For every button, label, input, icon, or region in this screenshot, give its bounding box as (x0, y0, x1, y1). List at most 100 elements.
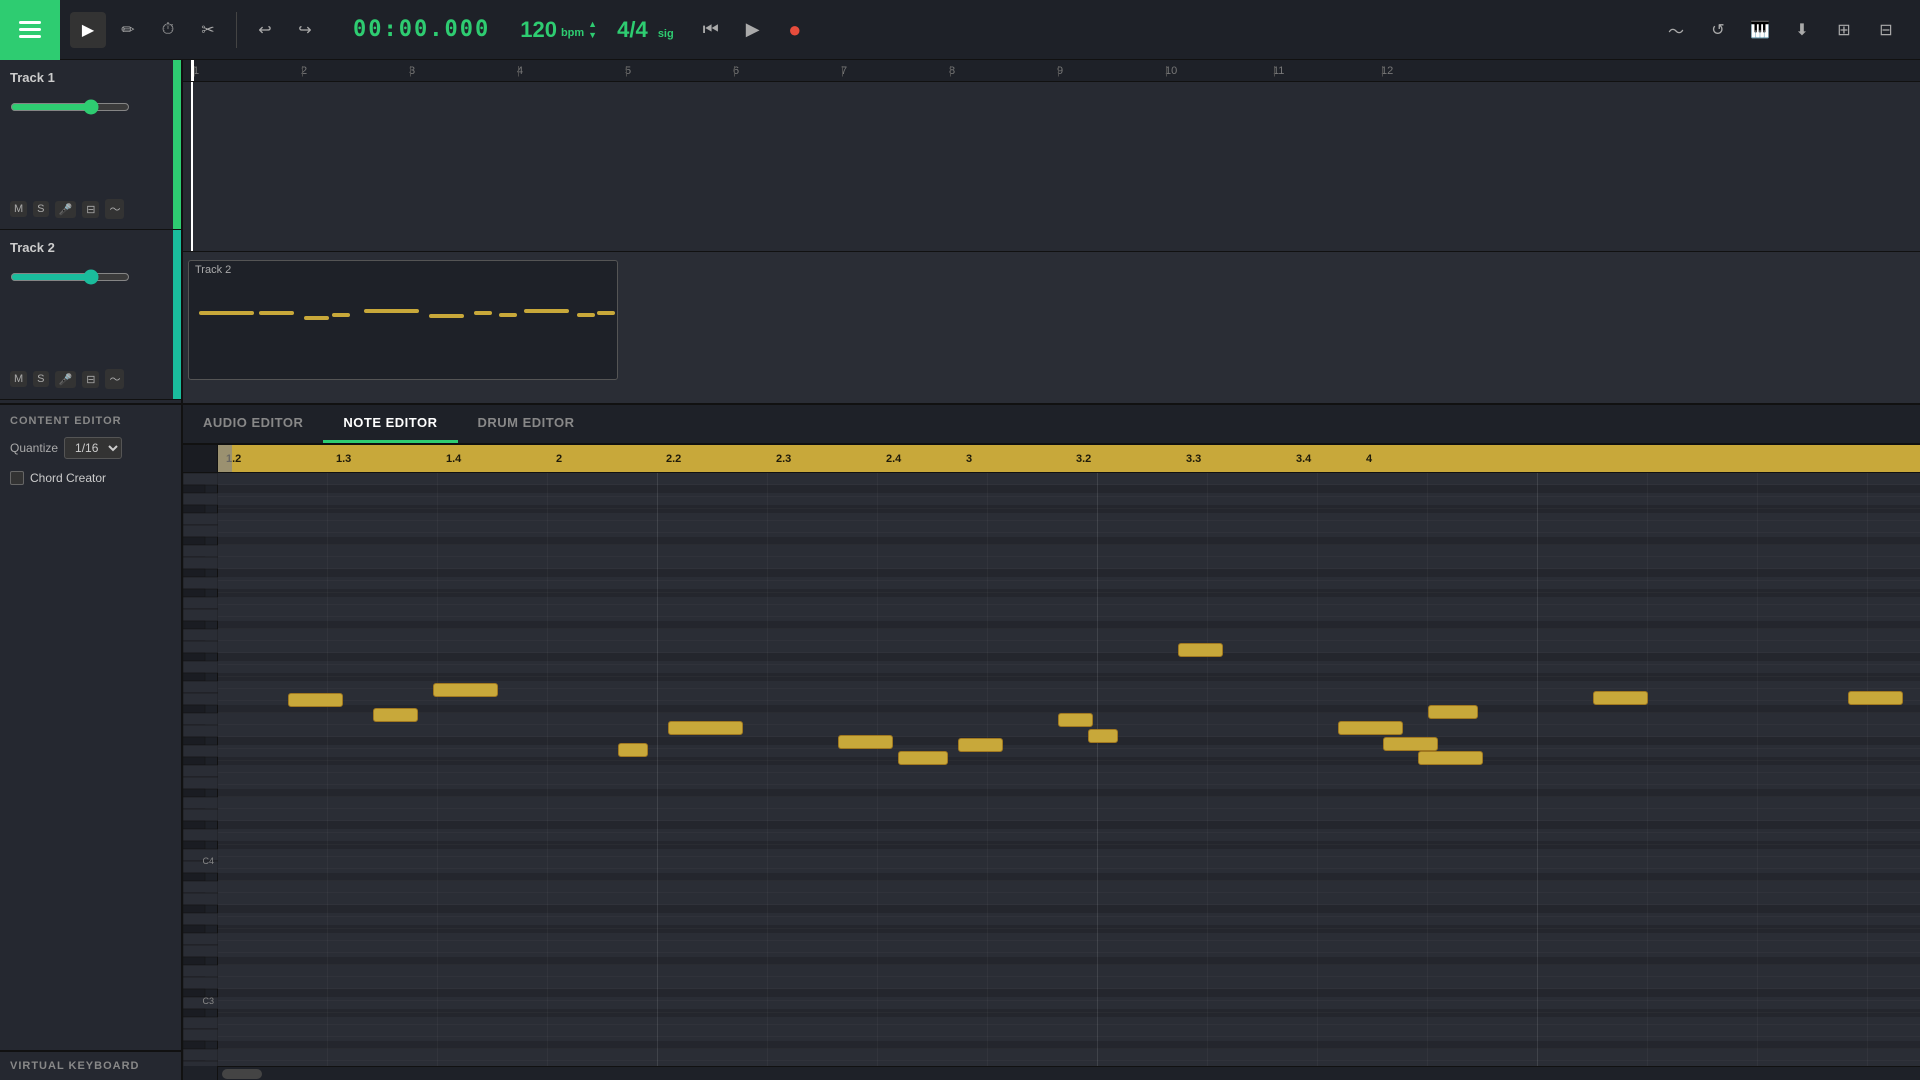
curve-tool-button[interactable]: 〜 (1658, 12, 1694, 48)
quantize-select[interactable]: 1/16 1/8 1/4 1/2 1 (64, 437, 122, 459)
note-block-14[interactable] (1418, 751, 1483, 765)
loop-tool-button[interactable]: ↺ (1700, 12, 1736, 48)
track-1-header: Track 1 M S 🎤 ⊟ 〜 (0, 60, 181, 230)
note-block-10[interactable] (1088, 729, 1118, 743)
chord-creator-checkbox[interactable] (10, 471, 24, 485)
note-block-13[interactable] (1383, 737, 1438, 751)
note-ruler-mark-7: 2.4 (886, 453, 901, 465)
clip-note-9 (524, 309, 569, 313)
content-editor-label: CONTENT EDITOR (0, 405, 181, 433)
track-2-mute-button[interactable]: M (10, 371, 27, 387)
clip-note-8 (499, 313, 517, 317)
track-1-color-bar (173, 60, 181, 229)
note-grid[interactable]: 1.2 1.3 1.4 2 2.2 2.3 2.4 3 3.2 3.3 3.4 … (218, 445, 1920, 1080)
playhead-marker (191, 60, 194, 81)
bpm-label: bpm (561, 27, 584, 39)
tool-group: ▶ ✏ ⏱ ✂ ↩ ↪ (60, 12, 333, 48)
quantize-row: Quantize 1/16 1/8 1/4 1/2 1 (0, 433, 181, 467)
note-block-8[interactable] (958, 738, 1003, 752)
audio-editor-tab[interactable]: AUDIO EDITOR (183, 405, 323, 443)
virtual-keyboard-label: VIRTUAL KEYBOARD (0, 1050, 183, 1080)
note-grid-area[interactable] (218, 473, 1920, 1066)
record-button[interactable]: ● (778, 13, 812, 47)
track-1-row (183, 82, 1920, 252)
track-2-controls: M S 🎤 ⊟ 〜 (10, 369, 124, 389)
clip-note-3 (304, 316, 329, 320)
bpm-display[interactable]: 120 bpm ▲ ▼ (510, 17, 607, 43)
sig-label: sig (658, 28, 674, 40)
c4-label: C4 (202, 856, 214, 866)
track-2-solo-button[interactable]: S (33, 371, 48, 387)
note-ruler-mark-10: 3.3 (1186, 453, 1201, 465)
clip-label: Track 2 (189, 261, 617, 279)
piano-keys: C4 C3 (183, 445, 218, 1080)
play-button[interactable]: ▶ (736, 13, 770, 47)
main-area: Track 1 M S 🎤 ⊟ 〜 Track 2 M S 🎤 (0, 60, 1920, 1080)
menu-button[interactable] (0, 0, 60, 60)
track-1-solo-button[interactable]: S (33, 201, 48, 217)
bpm-up-arrow[interactable]: ▲ (588, 19, 597, 30)
clip-note-2 (259, 311, 294, 315)
note-editor-scrollbar[interactable] (218, 1066, 1920, 1080)
piano-tool-button[interactable]: 🎹 (1742, 12, 1778, 48)
track-area: Track 1 M S 🎤 ⊟ 〜 Track 2 M S 🎤 (0, 60, 1920, 405)
bpm-down-arrow[interactable]: ▼ (588, 30, 597, 41)
track-2-record-button[interactable]: 🎤 (55, 371, 77, 388)
drum-editor-tab[interactable]: DRUM EDITOR (458, 405, 595, 443)
track-2-env-button[interactable]: 〜 (105, 369, 124, 389)
track-1-env-button[interactable]: 〜 (105, 199, 124, 219)
track-timeline: 1 2 3 4 5 6 7 8 9 10 11 12 (183, 60, 1920, 403)
note-block-3[interactable] (433, 683, 498, 697)
bpm-arrows[interactable]: ▲ ▼ (588, 19, 597, 41)
note-block-11[interactable] (1178, 643, 1223, 657)
quantize-label: Quantize (10, 441, 58, 455)
clock-tool-button[interactable]: ⏱ (150, 12, 186, 48)
ruler-mark-10: 10 (1165, 65, 1177, 77)
note-block-6[interactable] (838, 735, 893, 749)
note-block-12[interactable] (1338, 721, 1403, 735)
track-2-fx-button[interactable]: ⊟ (82, 371, 99, 388)
note-block-17[interactable] (1848, 691, 1903, 705)
chord-creator-label: Chord Creator (30, 471, 106, 485)
note-ruler: 1.2 1.3 1.4 2 2.2 2.3 2.4 3 3.2 3.3 3.4 … (218, 445, 1920, 473)
pencil-tool-button[interactable]: ✏ (110, 12, 146, 48)
note-ruler-mark-4: 2 (556, 453, 562, 465)
track-1-record-button[interactable]: 🎤 (55, 201, 77, 218)
note-block-1[interactable] (288, 693, 343, 707)
note-block-15[interactable] (1428, 705, 1478, 719)
ruler-mark-3: 3 (409, 65, 415, 77)
note-ruler-mark-5: 2.2 (666, 453, 681, 465)
track-1-fx-button[interactable]: ⊟ (82, 201, 99, 218)
ruler-mark-6: 6 (733, 65, 739, 77)
track-1-mute-button[interactable]: M (10, 201, 27, 217)
note-ruler-mark-8: 3 (966, 453, 972, 465)
cut-tool-button[interactable]: ✂ (190, 12, 226, 48)
note-editor-tab[interactable]: NOTE EDITOR (323, 405, 457, 443)
note-block-9[interactable] (1058, 713, 1093, 727)
track-2-volume-slider[interactable] (10, 269, 130, 285)
grid-tool-button[interactable]: ⊟ (1868, 12, 1904, 48)
note-block-2[interactable] (373, 708, 418, 722)
scrollbar-thumb[interactable] (222, 1069, 262, 1079)
clip-note-1 (199, 311, 254, 315)
track-2-header: Track 2 M S 🎤 ⊟ 〜 (0, 230, 181, 400)
undo-button[interactable]: ↩ (247, 12, 283, 48)
timeline-ruler: 1 2 3 4 5 6 7 8 9 10 11 12 (183, 60, 1920, 82)
time-signature-display: 4/4 sig (607, 17, 684, 43)
note-block-5[interactable] (668, 721, 743, 735)
download-tool-button[interactable]: ⬇ (1784, 12, 1820, 48)
track-2-clip[interactable]: Track 2 (188, 260, 618, 380)
ruler-mark-7: 7 (841, 65, 847, 77)
skip-back-button[interactable]: ⏮ (694, 13, 728, 47)
note-block-16[interactable] (1593, 691, 1648, 705)
redo-button[interactable]: ↪ (287, 12, 323, 48)
ruler-mark-5: 5 (625, 65, 631, 77)
arrange-tool-button[interactable]: ⊞ (1826, 12, 1862, 48)
clip-note-4 (332, 313, 350, 317)
note-ruler-marker (218, 445, 232, 472)
note-block-7[interactable] (898, 751, 948, 765)
note-block-4[interactable] (618, 743, 648, 757)
track-1-volume-slider[interactable] (10, 99, 130, 115)
select-tool-button[interactable]: ▶ (70, 12, 106, 48)
chord-creator-row: Chord Creator (0, 467, 181, 489)
